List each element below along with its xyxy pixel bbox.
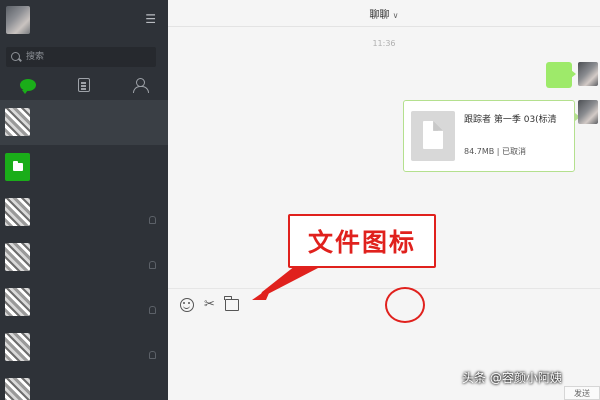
avatar bbox=[5, 378, 30, 400]
avatar[interactable] bbox=[578, 62, 598, 86]
avatar bbox=[5, 153, 30, 181]
message-timestamp: 11:36 bbox=[372, 39, 396, 48]
mute-icon bbox=[149, 351, 156, 359]
person-icon bbox=[133, 78, 149, 93]
file-name: 跟踪者 第一季 03(标清 bbox=[464, 115, 557, 125]
message-bubble[interactable] bbox=[546, 62, 576, 88]
chat-title-text: 聊聊 bbox=[369, 10, 390, 21]
annotation-callout: 文件图标 bbox=[288, 214, 436, 268]
user-avatar[interactable] bbox=[6, 6, 30, 34]
input-toolbar: ✂ bbox=[180, 296, 239, 312]
highlight-circle bbox=[385, 287, 425, 323]
sidebar-header: ☰ bbox=[0, 0, 168, 42]
tab-profile[interactable] bbox=[112, 72, 168, 98]
search-placeholder: 搜索 bbox=[26, 52, 45, 62]
divider bbox=[168, 26, 600, 27]
sidebar-tabs bbox=[0, 72, 168, 98]
chat-list-item[interactable] bbox=[0, 370, 168, 400]
search-icon bbox=[11, 52, 20, 61]
chat-list-item[interactable] bbox=[0, 280, 168, 325]
chat-list-item[interactable] bbox=[0, 190, 168, 235]
scissors-icon[interactable]: ✂ bbox=[204, 298, 215, 312]
chat-list-item[interactable] bbox=[0, 325, 168, 370]
emoji-icon[interactable] bbox=[180, 298, 194, 312]
file-message-card[interactable]: 跟踪者 第一季 03(标清 84.7MB | 已取消 bbox=[403, 100, 580, 172]
search-input[interactable]: 搜索 bbox=[6, 47, 156, 67]
tab-contacts[interactable] bbox=[56, 72, 112, 98]
chat-list-item[interactable] bbox=[0, 145, 168, 190]
file-meta: 84.7MB | 已取消 bbox=[464, 147, 526, 156]
mute-icon bbox=[149, 306, 156, 314]
chat-list bbox=[0, 100, 168, 400]
avatar bbox=[5, 333, 30, 361]
contacts-icon bbox=[78, 78, 90, 92]
tab-chats[interactable] bbox=[0, 72, 56, 98]
folder-icon bbox=[12, 161, 23, 171]
menu-icon[interactable]: ☰ bbox=[145, 12, 156, 26]
send-button[interactable]: 发送 bbox=[564, 386, 600, 400]
avatar bbox=[5, 288, 30, 316]
folder-icon[interactable] bbox=[224, 296, 239, 311]
avatar bbox=[5, 108, 30, 136]
chat-list-item[interactable] bbox=[0, 100, 168, 145]
file-thumbnail bbox=[411, 111, 455, 161]
chat-panel: 聊聊 ∨ 11:36 跟踪者 第一季 03(标清 84.7MB | 已取消 ✂ … bbox=[168, 0, 600, 400]
avatar bbox=[5, 198, 30, 226]
sidebar: ☰ 搜索 bbox=[0, 0, 168, 400]
chat-list-item[interactable] bbox=[0, 235, 168, 280]
mute-icon bbox=[149, 261, 156, 269]
avatar[interactable] bbox=[578, 100, 598, 124]
mute-icon bbox=[149, 216, 156, 224]
watermark: 头条 @容颜小阿姨 bbox=[462, 371, 562, 385]
chevron-down-icon: ∨ bbox=[392, 11, 399, 20]
divider bbox=[168, 288, 600, 289]
document-icon bbox=[423, 121, 443, 149]
chat-title[interactable]: 聊聊 ∨ bbox=[168, 6, 600, 21]
avatar bbox=[5, 243, 30, 271]
chat-icon bbox=[20, 79, 36, 94]
